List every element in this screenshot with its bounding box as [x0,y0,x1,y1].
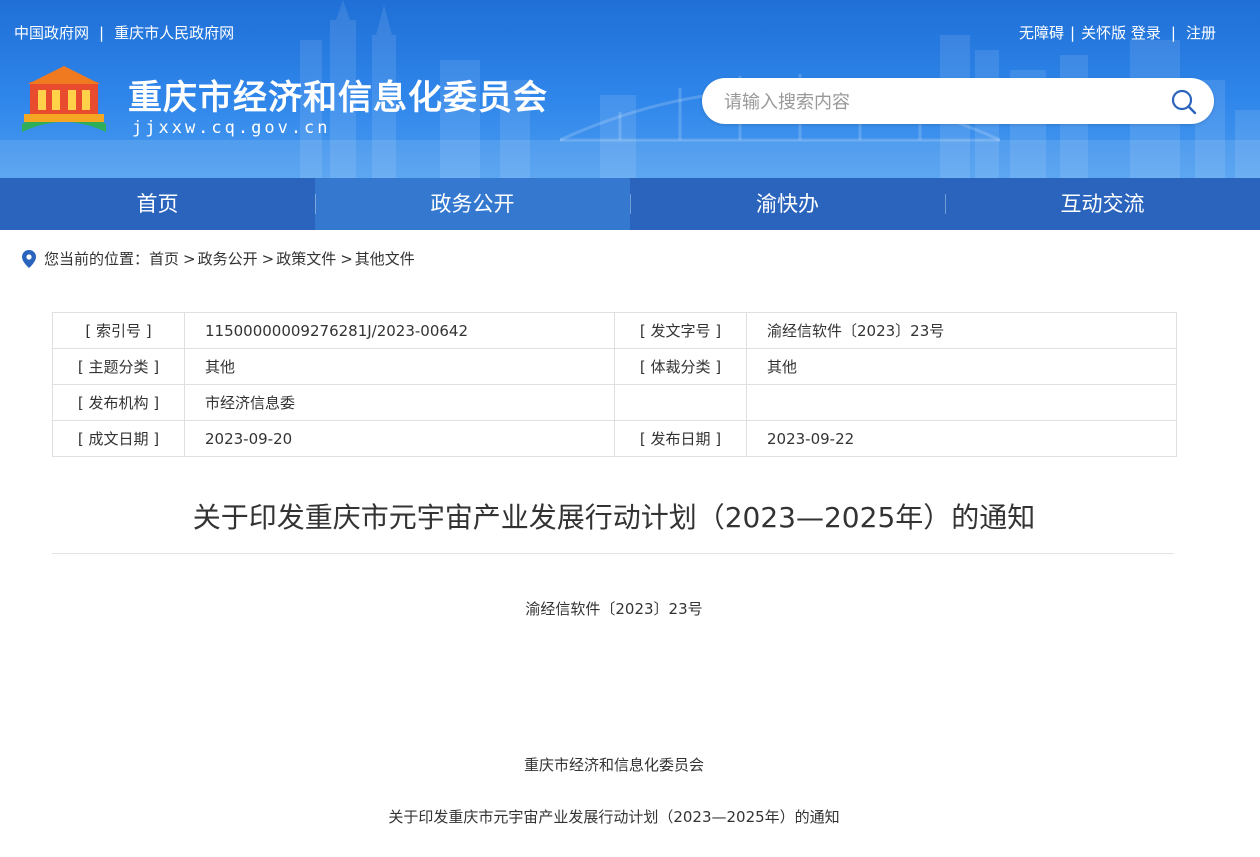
main-nav: 首页 政务公开 渝快办 互动交流 [0,178,1260,230]
meta-empty-cell [614,384,747,421]
link-separator: | [1170,24,1176,42]
meta-value-topic: 其他 [184,348,615,385]
breadcrumb-item-policy-documents[interactable]: 政策文件 [276,248,336,269]
link-elderly-mode[interactable]: 关怀版 [1081,24,1126,42]
table-row: [ 成文日期 ] 2023-09-20 [ 发布日期 ] 2023-09-22 [52,420,1177,457]
link-register[interactable]: 注册 [1186,24,1216,42]
breadcrumb-item-other-documents[interactable]: 其他文件 [355,248,415,269]
search-box [702,78,1214,126]
document-meta-table: [ 索引号 ] 11500000009276281J/2023-00642 [ … [52,312,1177,457]
link-separator: | [1070,24,1076,42]
meta-label-doc-no: [ 发文字号 ] [614,312,747,349]
site-header: 中国政府网 | 重庆市人民政府网 无障碍 | 关怀版 登录 | 注册 重庆市经济和信息化委员… [0,0,1260,178]
meta-label-issuer: [ 发布机构 ] [52,384,185,421]
link-login[interactable]: 登录 [1131,24,1161,42]
meta-value-created: 2023-09-20 [184,420,615,457]
meta-value-index-no: 11500000009276281J/2023-00642 [184,312,615,349]
site-title[interactable]: 重庆市经济和信息化委员会 [128,70,548,119]
breadcrumb-label: 您当前的位置： [44,250,150,268]
breadcrumb-arrow: > [261,249,275,268]
table-row: [ 主题分类 ] 其他 [ 体裁分类 ] 其他 [52,348,1177,385]
breadcrumb-arrow: > [183,249,196,268]
document-number: 渝经信软件〔2023〕23号 [525,600,703,618]
table-row: [ 发布机构 ] 市经济信息委 [52,384,1177,421]
breadcrumb: 您当前的位置： 首页 > 政务公开 > 政策文件 > 其他文件 [22,248,415,269]
table-row: [ 索引号 ] 11500000009276281J/2023-00642 [ … [52,312,1177,349]
search-icon[interactable] [1170,88,1198,116]
nav-item-home[interactable]: 首页 [0,178,315,230]
link-chongqing-gov[interactable]: 重庆市人民政府网 [114,24,234,42]
top-links-left: 中国政府网 | 重庆市人民政府网 [14,22,234,43]
meta-value-issuer: 市经济信息委 [184,384,615,421]
link-china-gov[interactable]: 中国政府网 [14,24,89,42]
link-accessibility[interactable]: 无障碍 [1019,24,1064,42]
meta-label-topic: [ 主题分类 ] [52,348,185,385]
document-title: 关于印发重庆市元宇宙产业发展行动计划（2023—2025年）的通知 [192,501,1036,534]
nav-item-interaction[interactable]: 互动交流 [945,178,1260,230]
document-recipient-issuer: 重庆市经济和信息化委员会 [523,756,704,774]
search-input[interactable] [722,78,1156,126]
meta-value-genre: 其他 [746,348,1177,385]
meta-value-published: 2023-09-22 [746,420,1177,457]
site-logo [22,66,106,132]
meta-label-created: [ 成文日期 ] [52,420,185,457]
title-divider [52,553,1174,554]
site-domain: jjxxw.cq.gov.cn [132,118,331,138]
link-separator: | [99,24,105,42]
meta-label-published: [ 发布日期 ] [614,420,747,457]
location-pin-icon [22,249,36,268]
breadcrumb-item-government-affairs[interactable]: 政务公开 [198,248,258,269]
nav-item-government-affairs[interactable]: 政务公开 [315,178,630,230]
document-subtitle: 关于印发重庆市元宇宙产业发展行动计划（2023—2025年）的通知 [388,808,840,826]
meta-label-genre: [ 体裁分类 ] [614,348,747,385]
nav-item-yukuaiban[interactable]: 渝快办 [630,178,945,230]
breadcrumb-item-home[interactable]: 首页 [149,248,179,269]
top-links-right: 无障碍 | 关怀版 登录 | 注册 [1019,22,1216,43]
meta-label-index-no: [ 索引号 ] [52,312,185,349]
meta-empty-cell [746,384,1177,421]
meta-value-doc-no: 渝经信软件〔2023〕23号 [746,312,1177,349]
breadcrumb-arrow: > [340,249,353,268]
